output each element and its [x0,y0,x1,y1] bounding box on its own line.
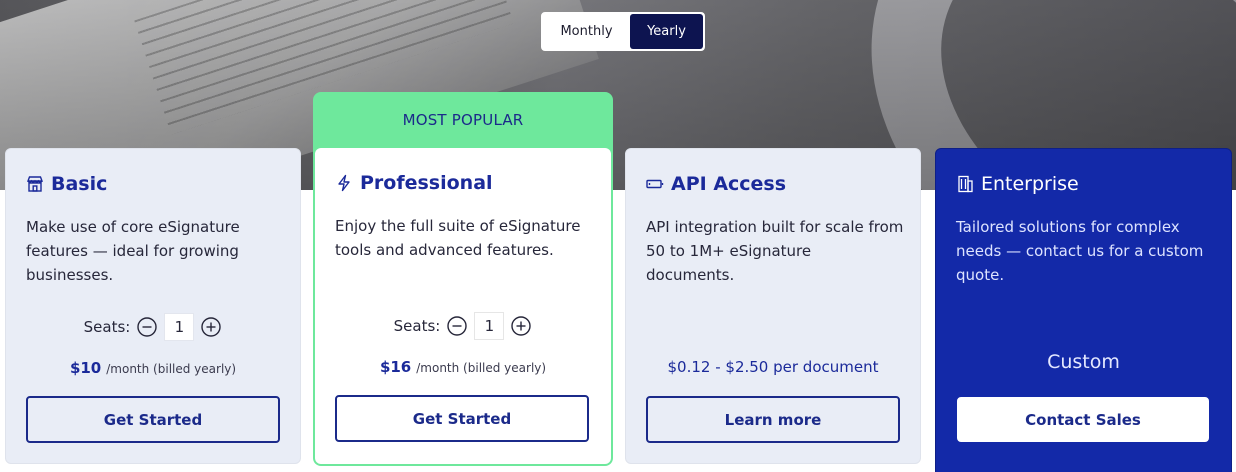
billing-toggle: Monthly Yearly [541,12,705,51]
plan-description: Enjoy the full suite of eSignature tools… [335,217,581,259]
toggle-monthly[interactable]: Monthly [543,14,630,49]
price-amount: $10 [69,359,102,377]
seats-control: Seats: 1 [6,313,300,341]
price-note: /month (billed yearly) [106,362,237,376]
price: $10 /month (billed yearly) [6,359,300,377]
plan-card-enterprise: Enterprise Tailored solutions for comple… [935,148,1232,472]
price-range: $0.12 - $2.50 per document [667,358,879,376]
plus-circle-icon[interactable] [510,315,532,337]
plan-description: Tailored solutions for complex needs — c… [956,218,1204,284]
seats-label: Seats: [393,317,441,335]
get-started-button[interactable]: Get Started [26,396,280,443]
plan-description: Make use of core eSignature features — i… [26,218,240,284]
building-icon [956,175,974,193]
seats-label: Seats: [83,318,131,336]
plan-card-professional: Professional Enjoy the full suite of eSi… [315,148,611,464]
contact-sales-button[interactable]: Contact Sales [957,397,1209,442]
price-note: /month (billed yearly) [416,361,547,375]
price-custom: Custom [1047,351,1120,373]
plan-title: Enterprise [981,173,1079,195]
learn-more-button[interactable]: Learn more [646,396,900,443]
plan-card-basic: Basic Make use of core eSignature featur… [5,148,301,464]
battery-icon [646,175,664,193]
get-started-button[interactable]: Get Started [335,395,589,442]
toggle-yearly[interactable]: Yearly [630,14,703,49]
plan-card-api-access: API Access API integration built for sca… [625,148,921,464]
price-amount: $16 [379,358,412,376]
plan-description: API integration built for scale from 50 … [646,218,904,284]
minus-circle-icon[interactable] [446,315,468,337]
plan-title: API Access [671,173,787,195]
lightning-icon [335,174,353,192]
price: $16 /month (billed yearly) [315,358,611,376]
seats-control: Seats: 1 [315,312,611,340]
storefront-icon [26,175,44,193]
plan-title: Basic [51,173,108,195]
minus-circle-icon[interactable] [136,316,158,338]
plan-title: Professional [360,172,493,194]
seats-input[interactable]: 1 [474,312,505,340]
seats-input[interactable]: 1 [164,313,195,341]
plus-circle-icon[interactable] [200,316,222,338]
most-popular-label: MOST POPULAR [402,111,524,129]
